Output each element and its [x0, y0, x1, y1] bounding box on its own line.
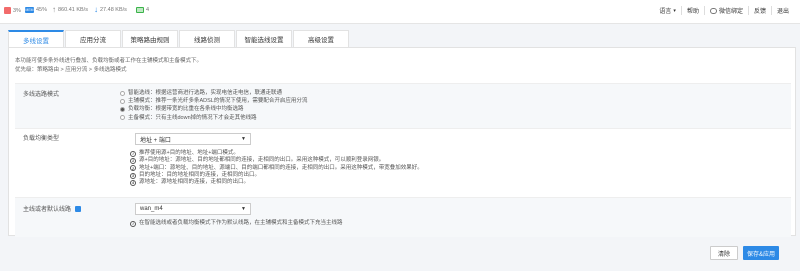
- tab-policy-routing[interactable]: 策略路由规则: [122, 30, 178, 47]
- hint-text: 地址+端口：源地址、目的地址、源端口、目的端口都相同的连接，走相同的出口。采用这…: [139, 164, 423, 171]
- hint-text: 在智能选线或者负载均衡模式下作为默认线路，在主辅模式和主备模式下充当主线路: [139, 220, 343, 226]
- routing-mode-options: 智能选线：根据运营商进行选路，实现电信走电信，联通走联通 主辅模式：推荐一条光纤…: [120, 89, 307, 122]
- routing-mode-section: 多线选路模式 智能选线：根据运营商进行选路，实现电信走电信，联通走联通 主辅模式…: [15, 83, 791, 128]
- routing-mode-label: 多线选路模式: [23, 92, 60, 98]
- info-icon: i: [130, 220, 136, 227]
- intro-line-1: 本功能可使多条外线进行叠加、负载均衡或者工作在主辅模式和主备模式下。: [15, 58, 203, 64]
- top-status-bar: 3% MEM 45% ↑ 860.41 KB/s ↓ 27.48 KB/s 4 …: [0, 0, 800, 24]
- tab-advanced-settings[interactable]: 高级设置: [293, 30, 349, 47]
- help-link[interactable]: 帮助: [680, 6, 704, 15]
- settings-panel: 本功能可使多条外线进行叠加、负载均衡或者工作在主辅模式和主备模式下。 优先级：策…: [8, 47, 796, 237]
- default-line-section: 主线或者默认线路 wan_m4 ▼ i 在智能选线或者负载均衡模式下作为默认线路…: [15, 197, 791, 237]
- option-label: 智能选线：根据运营商进行选路，实现电信走电信，联通走联通: [128, 90, 283, 96]
- hint-line: 2 地址+端口：源地址、目的地址、源端口、目的端口都相同的连接，走相同的出口。采…: [130, 165, 423, 172]
- chevron-down-icon: ▼: [241, 206, 246, 212]
- hint-text: 源地址：源地址相同的连接，走相同的出口。: [139, 179, 250, 186]
- logout-link[interactable]: 退出: [770, 6, 794, 15]
- load-balance-selected-value: 地址 + 端口: [140, 137, 171, 144]
- wechat-label: 微信绑定: [718, 9, 743, 15]
- option-label: 负载均衡：根据带宽的比重在各条线中均衡选路: [128, 106, 244, 113]
- hint-text: 源+目的地址：源地址、目的地址都相同的连接，走相同的出口。采用这种模式，可以顺利…: [139, 157, 385, 164]
- load-balance-hints: i 推荐使用源+目的地址、地址+端口模式。 1 源+目的地址：源地址、目的地址都…: [130, 150, 423, 186]
- memory-icon: MEM: [25, 7, 34, 13]
- radio-button-selected[interactable]: [120, 107, 125, 112]
- tab-multiline-settings[interactable]: 多线设置: [8, 30, 64, 47]
- logout-label: 退出: [776, 9, 789, 15]
- load-balance-label: 负载均衡类型: [23, 136, 60, 142]
- download-stat: ↓ 27.48 KB/s: [94, 5, 127, 14]
- tab-bar: 多线设置 应用分流 策略路由规则 线路侦测 智能选线设置 高级设置: [8, 30, 350, 47]
- radio-button[interactable]: [120, 90, 125, 96]
- language-label: 语言: [659, 9, 672, 15]
- routing-mode-option-primary-aux[interactable]: 主辅模式：推荐一条光纤多条ADSL的情况下使用，需要配合开启应用分流: [120, 97, 307, 105]
- info-icon: 4: [130, 179, 136, 186]
- settings-icon[interactable]: [74, 206, 81, 213]
- cpu-value: 3%: [13, 7, 21, 14]
- default-line-label: 主线或者默认线路: [23, 207, 72, 213]
- tab-line-detection[interactable]: 线路侦测: [179, 30, 235, 47]
- default-line-select[interactable]: wan_m4 ▼: [135, 203, 251, 215]
- hint-line: 4 源地址：源地址相同的连接，走相同的出口。: [130, 179, 423, 186]
- language-menu[interactable]: 语言 ▾: [654, 6, 681, 16]
- wechat-icon: [709, 7, 717, 14]
- info-icon: i: [130, 150, 136, 157]
- feedback-label: 反馈: [753, 9, 766, 15]
- hint-line: 1 源+目的地址：源地址、目的地址都相同的连接，走相同的出口。采用这种模式，可以…: [130, 157, 423, 164]
- cpu-icon: [4, 7, 11, 14]
- tab-smart-line-settings[interactable]: 智能选线设置: [236, 30, 292, 47]
- load-balance-type-select[interactable]: 地址 + 端口 ▼: [135, 133, 251, 145]
- cpu-stat: 3%: [4, 7, 21, 14]
- feedback-link[interactable]: 反馈: [747, 6, 771, 15]
- download-value: 27.48 KB/s: [100, 7, 127, 13]
- default-line-label-wrap: 主线或者默认线路: [23, 204, 81, 213]
- online-count: 4: [146, 7, 150, 13]
- chevron-down-icon: ▾: [673, 7, 676, 14]
- hint-line: i 在智能选线或者负载均衡模式下作为默认线路，在主辅模式和主备模式下充当主线路: [130, 220, 343, 227]
- intro-line-2: 优先级：策略路由 > 应用分流 > 多线选路模式: [15, 66, 127, 73]
- upload-value: 860.41 KB/s: [58, 7, 88, 13]
- intro-text: 本功能可使多条外线进行叠加、负载均衡或者工作在主辅模式和主备模式下。 优先级：策…: [15, 57, 202, 74]
- top-right-menu: 语言 ▾ 帮助 微信绑定 反馈 退出: [654, 6, 794, 15]
- default-line-selected-value: wan_m4: [140, 206, 163, 212]
- chevron-down-icon: ▼: [241, 136, 246, 142]
- memory-value: 45%: [36, 7, 48, 13]
- default-line-hints: i 在智能选线或者负载均衡模式下作为默认线路，在主辅模式和主备模式下充当主线路: [130, 220, 343, 227]
- memory-stat: MEM 45%: [25, 7, 47, 13]
- info-icon: 3: [130, 172, 136, 179]
- tab-app-diversion[interactable]: 应用分流: [65, 30, 121, 47]
- radio-button[interactable]: [120, 115, 125, 121]
- monitor-icon: [136, 7, 144, 13]
- help-label: 帮助: [686, 9, 699, 15]
- download-arrow-icon: ↓: [94, 5, 98, 14]
- wechat-bind-link[interactable]: 微信绑定: [703, 6, 748, 15]
- radio-button[interactable]: [120, 98, 125, 104]
- upload-arrow-icon: ↑: [52, 5, 56, 14]
- info-icon: 2: [130, 165, 136, 172]
- info-icon: 1: [130, 157, 136, 164]
- online-stat: 4: [136, 7, 149, 13]
- option-label: 主备模式：只有主线down掉的情况下才会走其他线路: [128, 114, 257, 121]
- upload-stat: ↑ 860.41 KB/s: [52, 5, 88, 14]
- save-apply-button[interactable]: 保存&应用: [743, 246, 779, 260]
- clear-button[interactable]: 清除: [710, 246, 738, 260]
- option-label: 主辅模式：推荐一条光纤多条ADSL的情况下使用，需要配合开启应用分流: [128, 98, 308, 105]
- routing-mode-option-smart[interactable]: 智能选线：根据运营商进行选路，实现电信走电信，联通走联通: [120, 89, 307, 97]
- routing-mode-option-primary-backup[interactable]: 主备模式：只有主线down掉的情况下才会走其他线路: [120, 114, 307, 122]
- routing-mode-option-load-balance[interactable]: 负载均衡：根据带宽的比重在各条线中均衡选路: [120, 105, 307, 113]
- load-balance-section: 负载均衡类型 地址 + 端口 ▼ i 推荐使用源+目的地址、地址+端口模式。 1…: [15, 128, 791, 197]
